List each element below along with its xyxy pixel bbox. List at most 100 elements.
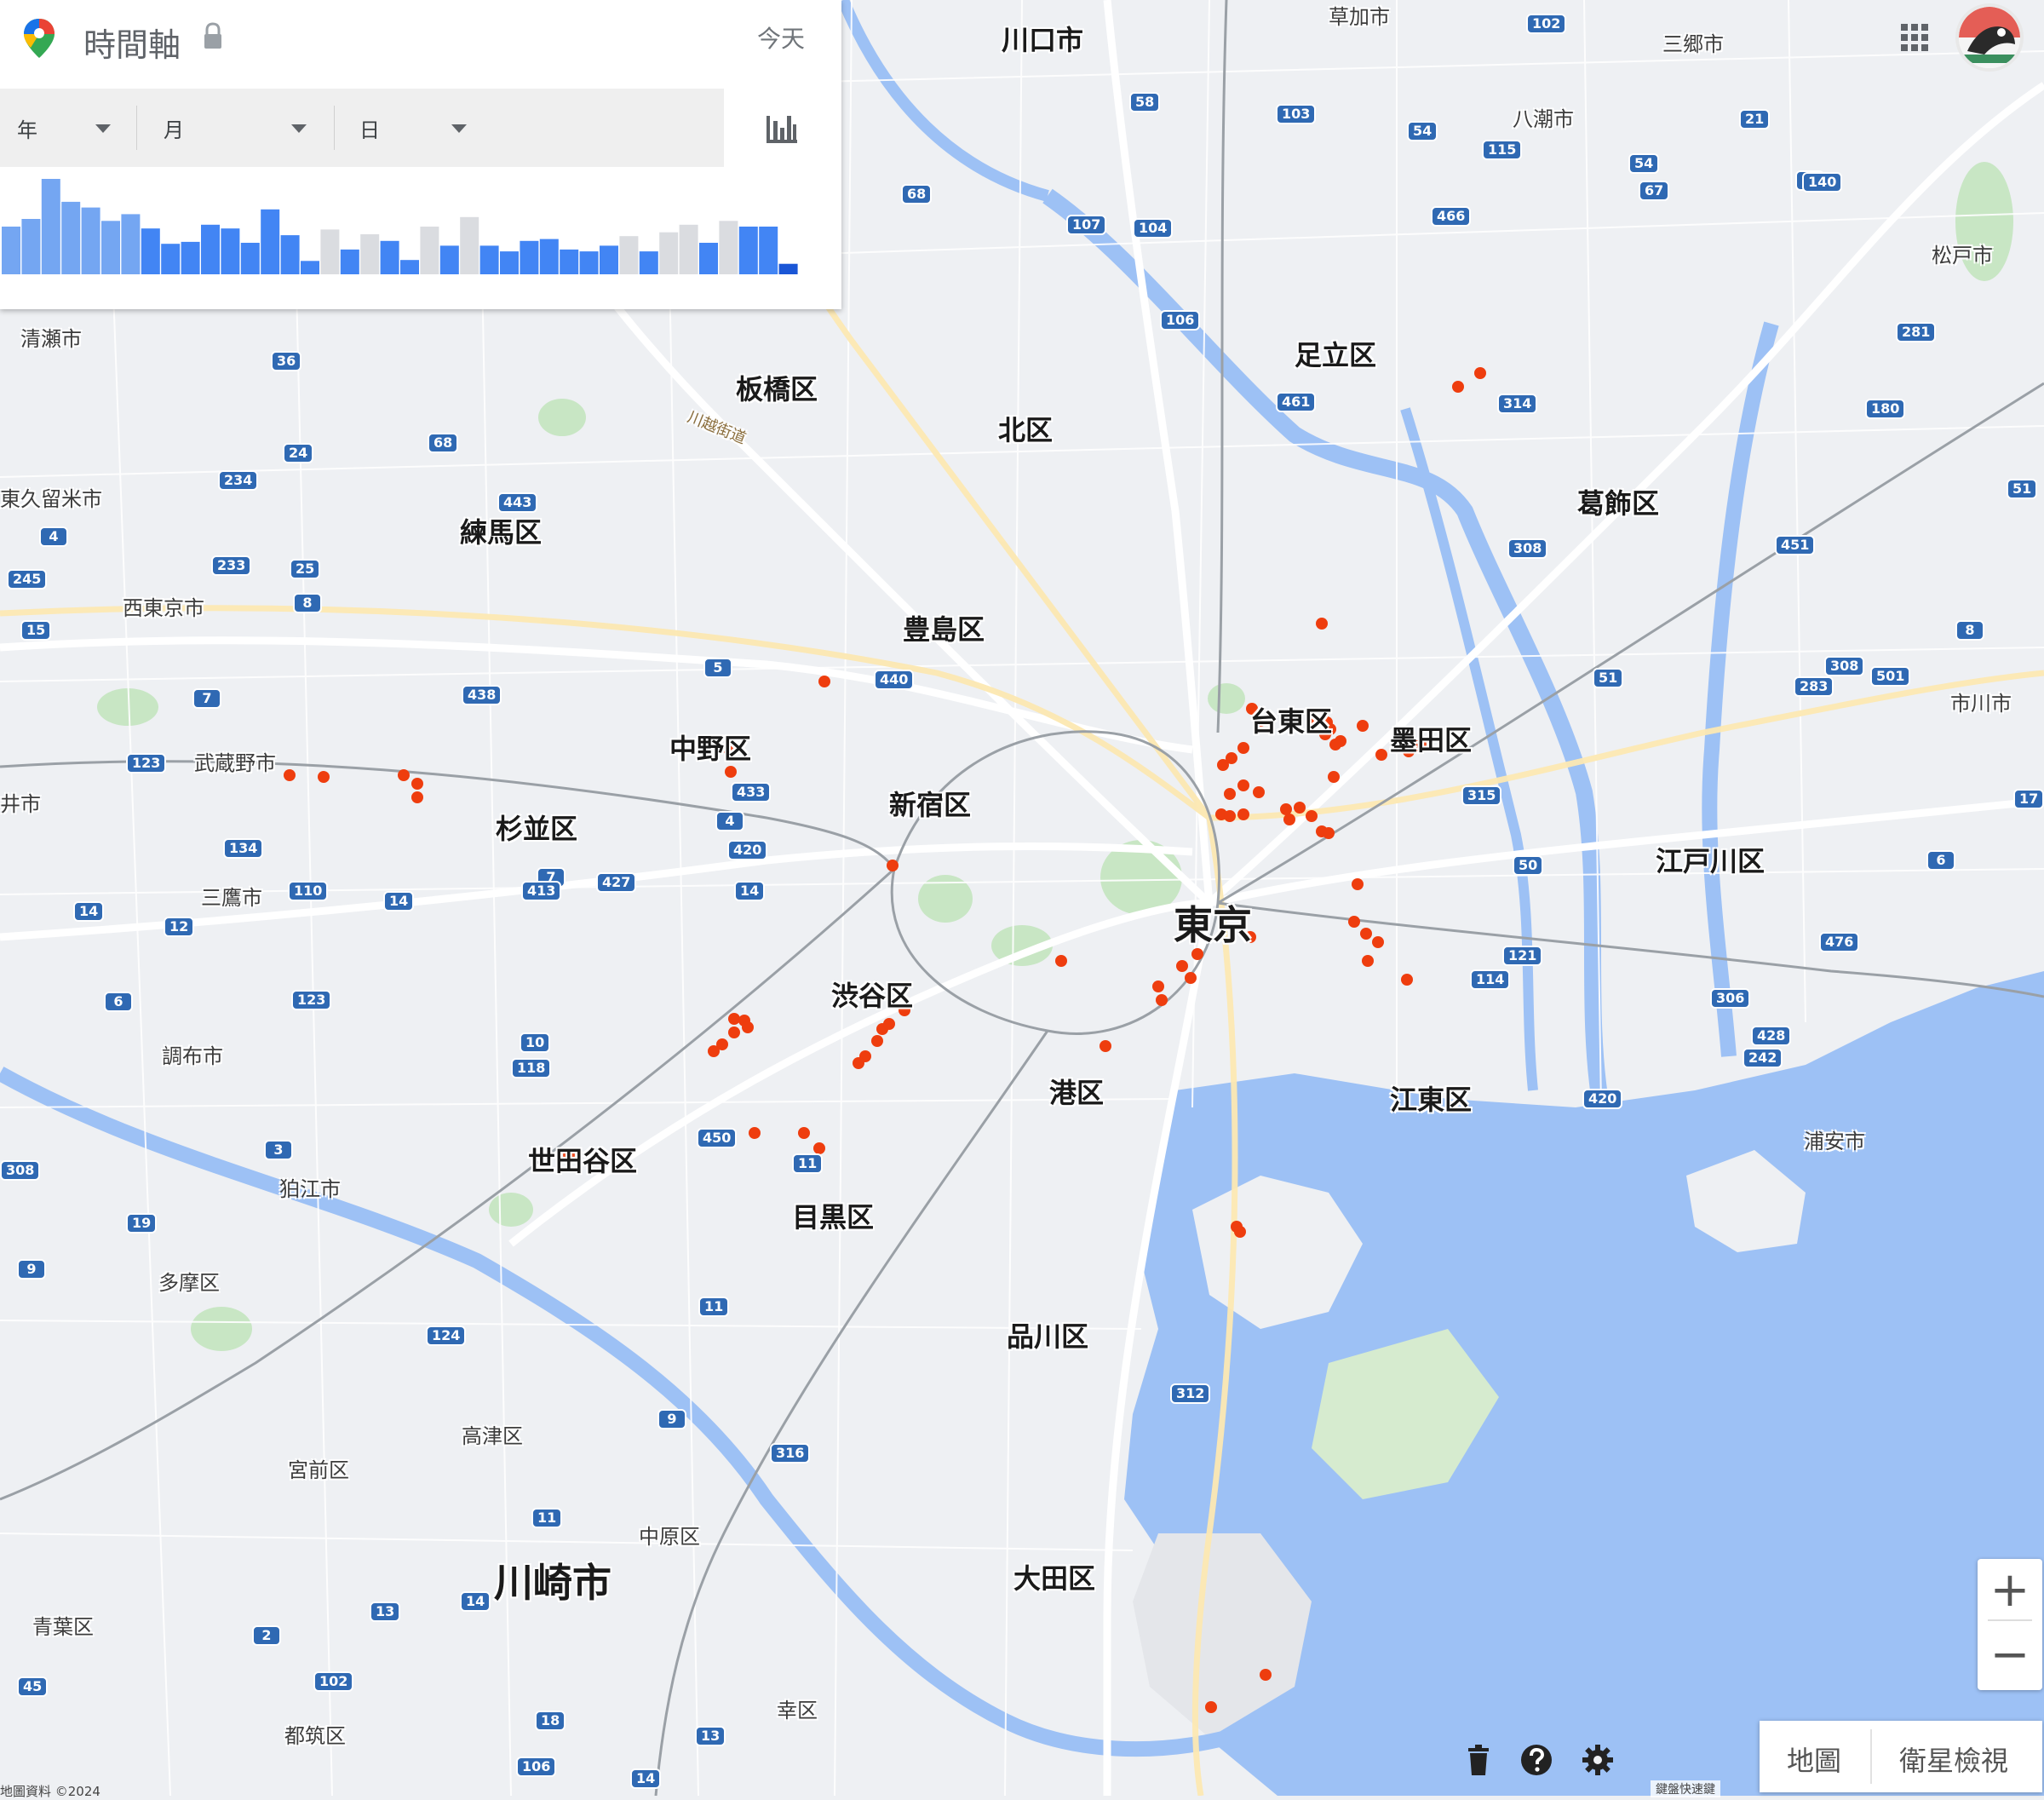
- location-marker[interactable]: [813, 1142, 825, 1154]
- location-marker[interactable]: [887, 860, 899, 871]
- avatar[interactable]: [1955, 3, 2024, 72]
- location-marker[interactable]: [1401, 974, 1413, 986]
- keyboard-shortcuts-link[interactable]: 鍵盤快速鍵: [1651, 1780, 1720, 1797]
- location-marker[interactable]: [1283, 814, 1295, 825]
- location-marker[interactable]: [1234, 1226, 1246, 1238]
- location-marker[interactable]: [1100, 1040, 1111, 1052]
- histogram-bar[interactable]: [101, 221, 120, 274]
- histogram-bar[interactable]: [340, 249, 359, 274]
- apps-grid-icon[interactable]: [1899, 22, 1930, 53]
- histogram-bar[interactable]: [679, 224, 698, 274]
- location-marker[interactable]: [725, 766, 737, 778]
- histogram-bar[interactable]: [759, 227, 778, 274]
- histogram-bar[interactable]: [280, 235, 300, 274]
- histogram-bar[interactable]: [2, 227, 20, 274]
- location-marker[interactable]: [318, 771, 330, 783]
- zoom-in-button[interactable]: +: [1978, 1559, 2042, 1624]
- histogram-bar[interactable]: [301, 261, 319, 274]
- histogram-bar[interactable]: [600, 245, 618, 274]
- map-type-map-button[interactable]: 地圖: [1787, 1740, 1841, 1779]
- today-button[interactable]: 今天: [757, 20, 805, 55]
- location-marker[interactable]: [411, 791, 423, 803]
- location-marker[interactable]: [398, 769, 410, 781]
- histogram-bar[interactable]: [21, 219, 41, 274]
- histogram-bar[interactable]: [460, 216, 479, 274]
- histogram-bar[interactable]: [719, 221, 738, 274]
- histogram-bar[interactable]: [181, 241, 200, 274]
- histogram-bar[interactable]: [380, 240, 399, 274]
- location-marker[interactable]: [1474, 367, 1486, 379]
- location-marker[interactable]: [1375, 749, 1387, 761]
- location-marker[interactable]: [1352, 878, 1364, 890]
- location-marker[interactable]: [1362, 955, 1374, 967]
- location-marker[interactable]: [1237, 742, 1249, 754]
- location-marker[interactable]: [1452, 381, 1464, 393]
- histogram-bar[interactable]: [121, 214, 141, 274]
- histogram-bar[interactable]: [141, 228, 160, 274]
- histogram-bar[interactable]: [161, 244, 181, 274]
- location-marker[interactable]: [1294, 802, 1306, 814]
- histogram-bar[interactable]: [240, 243, 260, 274]
- histogram-bar[interactable]: [699, 243, 718, 274]
- location-marker[interactable]: [1329, 739, 1341, 750]
- day-select[interactable]: 日: [359, 89, 479, 167]
- histogram-bar[interactable]: [61, 201, 81, 274]
- histogram-bar[interactable]: [81, 207, 100, 274]
- histogram-bar[interactable]: [420, 227, 439, 274]
- histogram-bar[interactable]: [619, 236, 639, 274]
- location-marker[interactable]: [1237, 808, 1249, 820]
- histogram-bar[interactable]: [500, 251, 519, 274]
- histogram-bar[interactable]: [520, 240, 539, 274]
- location-marker[interactable]: [1205, 1701, 1217, 1713]
- histogram-bar[interactable]: [41, 179, 60, 274]
- histogram-bar[interactable]: [400, 260, 419, 274]
- location-marker[interactable]: [1316, 618, 1328, 630]
- location-marker[interactable]: [411, 778, 423, 790]
- map-type-satellite-button[interactable]: 衛星檢視: [1899, 1740, 2008, 1779]
- location-marker[interactable]: [1224, 788, 1236, 800]
- histogram-toggle-button[interactable]: [724, 89, 841, 167]
- location-marker[interactable]: [883, 1018, 895, 1030]
- location-marker[interactable]: [1306, 810, 1318, 822]
- location-marker[interactable]: [728, 1013, 740, 1025]
- year-select[interactable]: 年: [17, 89, 119, 167]
- histogram-bar[interactable]: [261, 209, 280, 274]
- location-marker[interactable]: [1176, 960, 1188, 972]
- location-marker[interactable]: [1348, 916, 1360, 928]
- location-marker[interactable]: [749, 1127, 761, 1139]
- location-marker[interactable]: [1360, 928, 1372, 940]
- location-marker[interactable]: [1260, 1669, 1272, 1681]
- histogram-bar[interactable]: [221, 228, 240, 274]
- zoom-out-button[interactable]: −: [1978, 1624, 2042, 1688]
- histogram-bar[interactable]: [778, 263, 798, 274]
- location-marker[interactable]: [1224, 810, 1236, 822]
- location-marker[interactable]: [871, 1035, 883, 1047]
- trash-icon[interactable]: [1461, 1743, 1496, 1777]
- timeline-histogram[interactable]: [0, 167, 841, 309]
- histogram-bar[interactable]: [479, 245, 499, 274]
- histogram-bar[interactable]: [539, 239, 559, 274]
- histogram-bar[interactable]: [579, 251, 599, 274]
- location-marker[interactable]: [1323, 827, 1335, 839]
- histogram-bar[interactable]: [738, 227, 758, 274]
- location-marker[interactable]: [1156, 994, 1168, 1006]
- histogram-bar[interactable]: [560, 249, 579, 274]
- histogram-bar[interactable]: [360, 234, 380, 274]
- location-marker[interactable]: [1280, 803, 1292, 815]
- location-marker[interactable]: [284, 769, 296, 781]
- location-marker[interactable]: [1237, 779, 1249, 791]
- location-marker[interactable]: [1253, 786, 1265, 798]
- location-marker[interactable]: [853, 1057, 864, 1069]
- month-select[interactable]: 月: [164, 89, 317, 167]
- histogram-bar[interactable]: [320, 229, 340, 274]
- histogram-bar[interactable]: [659, 232, 679, 274]
- location-marker[interactable]: [798, 1127, 810, 1139]
- location-marker[interactable]: [1226, 752, 1237, 764]
- location-marker[interactable]: [742, 1021, 754, 1033]
- gear-icon[interactable]: [1581, 1743, 1615, 1777]
- help-icon[interactable]: [1519, 1743, 1553, 1777]
- location-marker[interactable]: [728, 1027, 740, 1038]
- location-marker[interactable]: [1357, 720, 1369, 732]
- location-marker[interactable]: [1328, 771, 1340, 783]
- location-marker[interactable]: [818, 676, 830, 687]
